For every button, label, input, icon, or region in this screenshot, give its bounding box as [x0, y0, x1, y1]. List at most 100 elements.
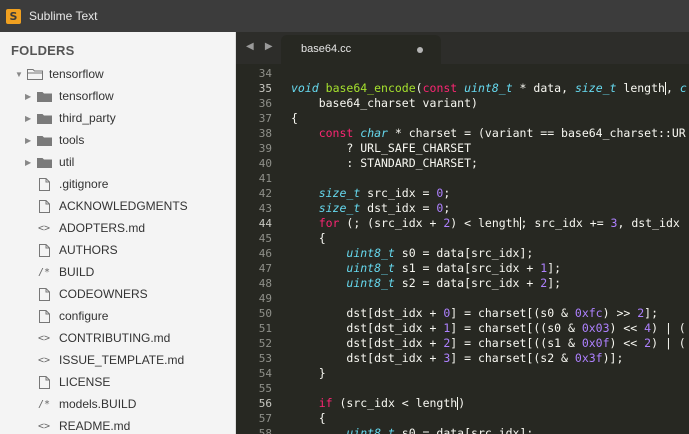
sidebar-item-label: LICENSE: [59, 375, 111, 389]
sidebar-item-label: CODEOWNERS: [59, 287, 148, 301]
line-number: 56: [236, 396, 280, 411]
code-token: for: [318, 216, 340, 230]
code-token: ; src_idx +=: [520, 216, 611, 230]
code-line[interactable]: [291, 66, 689, 81]
code-token: uint8_t: [346, 276, 395, 290]
code-line[interactable]: uint8_t s2 = data[src_idx + 2];: [291, 276, 689, 291]
sidebar-file[interactable]: AUTHORS: [0, 239, 235, 261]
code-line[interactable]: size_t src_idx = 0;: [291, 186, 689, 201]
code-line[interactable]: size_t dst_idx = 0;: [291, 201, 689, 216]
code-line[interactable]: if (src_idx < length): [291, 396, 689, 411]
sidebar-file[interactable]: CODEOWNERS: [0, 283, 235, 305]
code-token: dst[dst_idx +: [291, 306, 444, 320]
sidebar-root-folder[interactable]: ▼ tensorflow: [0, 63, 235, 85]
code-line[interactable]: void base64_encode(const uint8_t * data,…: [291, 81, 689, 96]
sidebar-folder[interactable]: ▶ tensorflow: [0, 85, 235, 107]
code-token: , dst_idx: [617, 216, 687, 230]
code-line[interactable]: dst[dst_idx + 1] = charset[((s0 & 0x03) …: [291, 321, 689, 336]
code-line[interactable]: ? URL_SAFE_CHARSET: [291, 141, 689, 156]
code-token: ) | (: [651, 321, 686, 335]
code-token: s1 = data[src_idx +: [394, 261, 541, 275]
code-line[interactable]: }: [291, 366, 689, 381]
code-token: {: [291, 111, 298, 125]
code-token: dst[dst_idx +: [291, 351, 444, 365]
code-line[interactable]: {: [291, 411, 689, 426]
sidebar-file[interactable]: /* models.BUILD: [0, 393, 235, 415]
tab-bar: ◀ ▶ base64.cc: [236, 32, 689, 64]
line-number: 47: [258, 262, 272, 275]
code-token: 0x3f: [574, 351, 603, 365]
code-line[interactable]: {: [291, 231, 689, 246]
code-area[interactable]: void base64_encode(const uint8_t * data,…: [291, 66, 689, 434]
code-token: dst[dst_idx +: [291, 336, 444, 350]
sidebar-item-label: third_party: [59, 111, 116, 125]
code-line[interactable]: [291, 381, 689, 396]
code-token: uint8_t: [346, 246, 395, 260]
sidebar-file[interactable]: <> README.md: [0, 415, 235, 434]
code-token: s0 = data[src_idx];: [394, 426, 534, 434]
line-number: 42: [258, 187, 272, 200]
chevron-right-icon[interactable]: ▶: [25, 158, 31, 167]
sublime-logo-icon: S: [6, 8, 21, 24]
file-icon: [37, 199, 51, 213]
sidebar-item-label: ISSUE_TEMPLATE.md: [59, 353, 185, 367]
line-number: 37: [258, 112, 272, 125]
tab-nav-arrows-icon[interactable]: ◀ ▶: [246, 41, 277, 52]
code-token: ) <<: [609, 321, 645, 335]
markup-file-icon: <>: [37, 420, 51, 432]
sidebar-folder[interactable]: ▶ tools: [0, 129, 235, 151]
folder-icon: [37, 157, 52, 168]
code-line[interactable]: [291, 171, 689, 186]
chevron-right-icon[interactable]: ▶: [25, 92, 31, 101]
code-line[interactable]: uint8_t s1 = data[src_idx + 1];: [291, 261, 689, 276]
file-icon: [37, 309, 51, 323]
title-bar: S Sublime Text: [0, 0, 689, 32]
code-token: ];: [547, 261, 562, 275]
sidebar-folder[interactable]: ▶ util: [0, 151, 235, 173]
code-line[interactable]: uint8_t s0 = data[src_idx];: [291, 246, 689, 261]
tab-base64-cc[interactable]: base64.cc: [281, 35, 441, 64]
chevron-right-icon[interactable]: ▶: [25, 136, 31, 145]
code-line[interactable]: for (; (src_idx + 2) < length; src_idx +…: [291, 216, 689, 231]
code-token: uint8_t: [346, 426, 395, 434]
code-token: base64_encode: [325, 81, 416, 95]
line-number: 44: [236, 216, 280, 231]
code-line[interactable]: uint8_t s0 = data[src_idx];: [291, 426, 689, 434]
sidebar-file[interactable]: <> ADOPTERS.md: [0, 217, 235, 239]
sidebar-file[interactable]: .gitignore: [0, 173, 235, 195]
code-line[interactable]: const char * charset = (variant == base6…: [291, 126, 689, 141]
sidebar-file[interactable]: ACKNOWLEDGMENTS: [0, 195, 235, 217]
code-line[interactable]: {: [291, 111, 689, 126]
line-number-gutter: 34 35 36 37 38 39 40 41 42 43 44 45 46 47 48 49 50 51 52 53…: [236, 66, 280, 434]
line-number: 50: [258, 307, 272, 320]
sidebar-file[interactable]: configure: [0, 305, 235, 327]
code-line[interactable]: dst[dst_idx + 3] = charset[(s2 & 0x3f)];: [291, 351, 689, 366]
sidebar-item-label: util: [59, 155, 75, 169]
code-token: 0xfc: [574, 306, 603, 320]
sidebar-file[interactable]: <> ISSUE_TEMPLATE.md: [0, 349, 235, 371]
chevron-down-icon[interactable]: ▼: [15, 70, 23, 79]
sidebar-file[interactable]: <> CONTRIBUTING.md: [0, 327, 235, 349]
code-token: ) <<: [609, 336, 645, 350]
code-token: ];: [644, 306, 659, 320]
modified-dot-icon[interactable]: [417, 47, 423, 53]
code-token: 0x03: [581, 321, 610, 335]
sidebar-file[interactable]: /* BUILD: [0, 261, 235, 283]
sidebar-folder[interactable]: ▶ third_party: [0, 107, 235, 129]
code-line[interactable]: : STANDARD_CHARSET;: [291, 156, 689, 171]
sidebar-file[interactable]: LICENSE: [0, 371, 235, 393]
line-number: 36: [258, 97, 272, 110]
code-line[interactable]: [291, 291, 689, 306]
sidebar-item-label: CONTRIBUTING.md: [59, 331, 171, 345]
code-token: ] = charset[(s2 &: [450, 351, 575, 365]
chevron-right-icon[interactable]: ▶: [25, 114, 31, 123]
code-line[interactable]: dst[dst_idx + 2] = charset[((s1 & 0x0f) …: [291, 336, 689, 351]
code-token: ;: [443, 201, 451, 215]
code-line[interactable]: dst[dst_idx + 0] = charset[(s0 & 0xfc) >…: [291, 306, 689, 321]
code-line[interactable]: base64_charset variant): [291, 96, 689, 111]
